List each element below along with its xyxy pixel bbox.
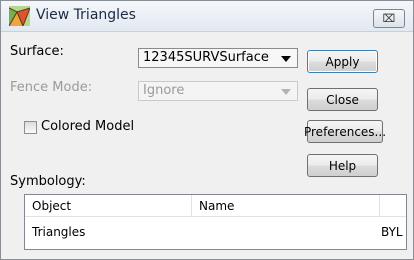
window-title: View Triangles [36, 7, 136, 23]
close-icon: ⌧ [382, 12, 396, 25]
preferences-button[interactable]: Preferences... [304, 120, 386, 143]
fence-mode-label: Fence Mode: [10, 80, 93, 95]
symbology-label: Symbology: [10, 174, 86, 189]
apply-button[interactable]: Apply [307, 50, 378, 73]
close-button[interactable]: Close [307, 88, 378, 111]
row-object-cell: Triangles [32, 225, 86, 239]
surface-value: 12345SURVSurface [143, 50, 269, 65]
fence-mode-dropdown[interactable]: Ignore [138, 81, 298, 101]
row-name-cell: BYL [381, 225, 403, 239]
help-button[interactable]: Help [307, 154, 378, 177]
column-header-object[interactable]: Object [25, 195, 192, 217]
colored-model-checkbox[interactable] [24, 121, 37, 134]
column-header-filler [380, 195, 406, 217]
view-triangles-dialog: View Triangles ⌧ Surface: 12345SURVSurfa… [0, 0, 414, 260]
surface-label: Surface: [10, 44, 64, 59]
chevron-down-icon [281, 56, 291, 62]
chevron-down-icon [281, 89, 291, 95]
symbology-table[interactable]: Object Name Triangles BYL [24, 194, 407, 250]
column-header-name[interactable]: Name [192, 195, 380, 217]
fence-mode-value: Ignore [143, 83, 185, 98]
triangles-app-icon [9, 6, 30, 26]
title-bar[interactable]: View Triangles ⌧ [1, 1, 413, 32]
window-close-button[interactable]: ⌧ [373, 9, 405, 28]
colored-model-label[interactable]: Colored Model [41, 119, 134, 134]
surface-dropdown[interactable]: 12345SURVSurface [138, 48, 298, 68]
